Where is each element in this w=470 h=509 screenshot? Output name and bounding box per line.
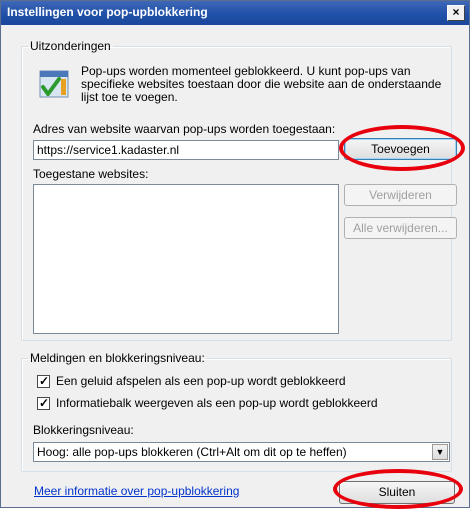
remove-all-button[interactable]: Alle verwijderen... bbox=[344, 217, 457, 239]
title-bar: Instellingen voor pop-upblokkering × bbox=[1, 1, 469, 25]
allowed-sites-label: Toegestane websites: bbox=[33, 167, 149, 181]
popup-blocker-settings-dialog: Instellingen voor pop-upblokkering × Uit… bbox=[0, 0, 470, 509]
remove-button[interactable]: Verwijderen bbox=[344, 184, 457, 206]
blocking-level-select[interactable]: Hoog: alle pop-ups blokkeren (Ctrl+Alt o… bbox=[33, 442, 450, 462]
close-icon[interactable]: × bbox=[452, 5, 459, 19]
checkmark-icon: ✓ bbox=[39, 396, 50, 410]
info-text: Pop-ups worden momenteel geblokkeerd. U … bbox=[81, 64, 442, 104]
close-button[interactable]: Sluiten bbox=[339, 481, 455, 504]
address-label: Adres van website waarvan pop-ups worden… bbox=[33, 122, 336, 136]
checkmark-window-icon bbox=[39, 70, 69, 98]
exceptions-legend: Uitzonderingen bbox=[30, 39, 111, 53]
sound-checkbox-label[interactable]: Een geluid afspelen als een pop-up wordt… bbox=[56, 374, 346, 388]
sound-checkbox[interactable]: ✓ bbox=[37, 374, 50, 388]
chevron-down-icon[interactable]: ▼ bbox=[432, 444, 448, 460]
notifications-legend: Meldingen en blokkeringsniveau: bbox=[30, 351, 205, 365]
add-button[interactable]: Toevoegen bbox=[344, 138, 457, 160]
allowed-sites-list[interactable] bbox=[33, 184, 339, 334]
close-window-button[interactable]: × bbox=[447, 5, 465, 21]
more-info-link[interactable]: Meer informatie over pop-upblokkering bbox=[34, 484, 239, 498]
infobar-checkbox-label[interactable]: Informatiebalk weergeven als een pop-up … bbox=[56, 396, 378, 410]
website-address-input[interactable] bbox=[33, 140, 339, 160]
infobar-checkbox[interactable]: ✓ bbox=[37, 396, 50, 410]
window-title: Instellingen voor pop-upblokkering bbox=[7, 5, 208, 19]
blocking-level-value: Hoog: alle pop-ups blokkeren (Ctrl+Alt o… bbox=[37, 445, 347, 459]
checkmark-icon: ✓ bbox=[39, 374, 50, 388]
blocking-level-label: Blokkeringsniveau: bbox=[33, 423, 134, 437]
